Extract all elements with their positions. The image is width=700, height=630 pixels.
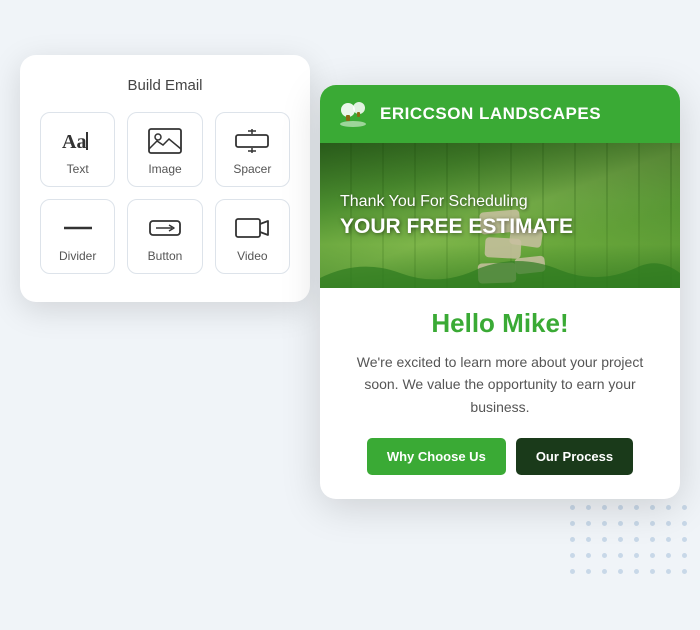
why-choose-us-button[interactable]: Why Choose Us bbox=[367, 438, 506, 475]
button-icon bbox=[146, 214, 184, 242]
image-icon bbox=[146, 127, 184, 155]
build-email-card: Build Email Aa Text bbox=[20, 55, 310, 302]
build-item-spacer[interactable]: Spacer bbox=[215, 112, 290, 187]
hero-line2: YOUR FREE ESTIMATE bbox=[340, 214, 660, 239]
scene: const dg = document.querySelector('.dot-… bbox=[20, 25, 680, 605]
our-process-button[interactable]: Our Process bbox=[516, 438, 633, 475]
svg-text:Aa: Aa bbox=[62, 131, 86, 153]
dot-grid-decoration: const dg = document.querySelector('.dot-… bbox=[570, 505, 690, 585]
build-item-button-label: Button bbox=[148, 249, 183, 263]
email-body-text: We're excited to learn more about your p… bbox=[348, 351, 652, 418]
email-greeting: Hello Mike! bbox=[348, 308, 652, 339]
build-email-grid: Aa Text Image bbox=[40, 112, 290, 274]
build-item-video-label: Video bbox=[237, 249, 267, 263]
build-item-divider[interactable]: Divider bbox=[40, 199, 115, 274]
landscape-logo-icon bbox=[336, 97, 370, 131]
email-body: Hello Mike! We're excited to learn more … bbox=[320, 288, 680, 499]
text-icon: Aa bbox=[59, 127, 97, 155]
email-preview-card: ERICCSON LANDSCAPES Thank You For Schedu… bbox=[320, 85, 680, 499]
build-item-button[interactable]: Button bbox=[127, 199, 202, 274]
build-item-spacer-label: Spacer bbox=[233, 162, 271, 176]
spacer-icon bbox=[233, 127, 271, 155]
build-item-image-label: Image bbox=[148, 162, 181, 176]
build-email-title: Build Email bbox=[40, 77, 290, 94]
build-item-image[interactable]: Image bbox=[127, 112, 202, 187]
hero-line1: Thank You For Scheduling bbox=[340, 192, 660, 213]
email-cta-buttons: Why Choose Us Our Process bbox=[348, 438, 652, 475]
build-item-divider-label: Divider bbox=[59, 249, 96, 263]
build-item-text-label: Text bbox=[67, 162, 89, 176]
hero-text-block: Thank You For Scheduling YOUR FREE ESTIM… bbox=[340, 192, 660, 240]
build-item-text[interactable]: Aa Text bbox=[40, 112, 115, 187]
divider-icon bbox=[59, 214, 97, 242]
email-header: ERICCSON LANDSCAPES bbox=[320, 85, 680, 143]
build-item-video[interactable]: Video bbox=[215, 199, 290, 274]
brand-name: ERICCSON LANDSCAPES bbox=[380, 104, 601, 124]
video-icon bbox=[233, 214, 271, 242]
email-hero-section: Thank You For Scheduling YOUR FREE ESTIM… bbox=[320, 143, 680, 288]
